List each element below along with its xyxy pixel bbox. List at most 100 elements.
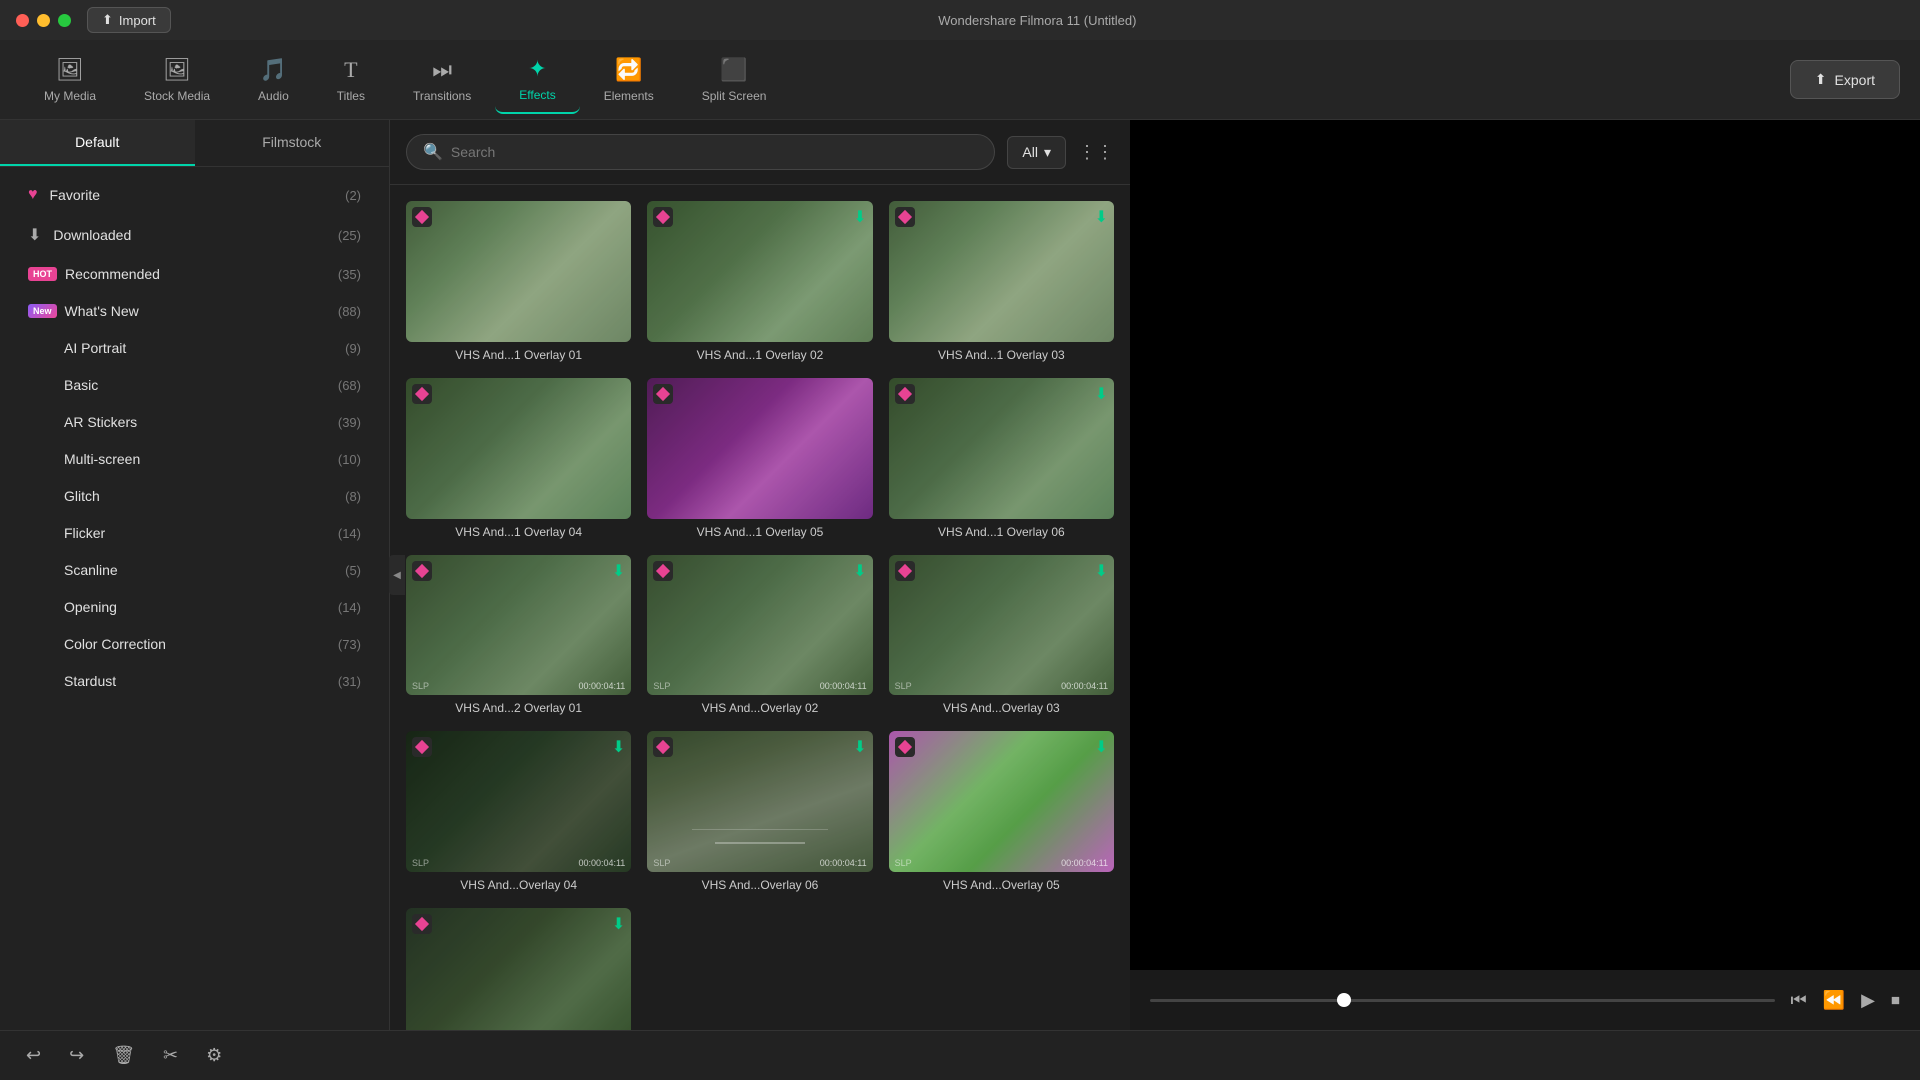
effect-card-4[interactable]: VHS And...1 Overlay 04 [406,378,631,539]
premium-badge-4 [412,384,432,404]
effect-card-13[interactable]: ⬇ [406,908,631,1030]
export-button[interactable]: ⬆ Export [1790,60,1900,99]
sidebar-item-scanline[interactable]: Scanline (5) [8,552,381,588]
favorite-icon: ♥ [28,186,38,204]
effect-card-3[interactable]: ⬇ VHS And...1 Overlay 03 [889,201,1114,362]
sidebar-collapse-button[interactable]: ◀ [389,555,405,595]
toolbar-item-transitions[interactable]: ⏭ Transitions [389,47,495,113]
ar-stickers-count: (39) [338,415,361,430]
stop-button[interactable]: ⏹ [1891,990,1900,1011]
download-icon-3: ⬇ [1095,207,1108,227]
import-button[interactable]: ⬆ Import [87,7,171,33]
maximize-button[interactable] [58,14,71,27]
toolbar-item-stock-media[interactable]: 🖼 Stock Media [120,47,234,113]
effect-label-5: VHS And...1 Overlay 05 [647,525,872,539]
effect-card-12[interactable]: ⬇ 00:00:04:11 SLP VHS And...Overlay 05 [889,731,1114,892]
delete-button[interactable]: 🗑 [106,1039,141,1072]
filter-dropdown[interactable]: All ▾ [1007,136,1066,169]
sidebar-item-recommended[interactable]: HOT Recommended (35) [8,256,381,292]
downloaded-count: (25) [338,228,361,243]
sidebar-item-favorite[interactable]: ♥ Favorite (2) [8,176,381,214]
toolbar-item-titles[interactable]: T Titles [313,47,389,113]
sidebar-item-downloaded[interactable]: ⬇ Downloaded (25) [8,215,381,255]
flicker-label: Flicker [64,525,338,541]
glitch-label: Glitch [64,488,345,504]
play-button[interactable]: ▶ [1861,990,1875,1011]
toolbar-item-effects[interactable]: ✦ Effects [495,46,579,114]
toolbar-item-my-media[interactable]: 🖼 My Media [20,47,120,113]
favorite-count: (2) [345,188,361,203]
import-icon: ⬆ [102,12,113,28]
effect-thumb-12: ⬇ 00:00:04:11 SLP [889,731,1114,872]
sidebar-item-glitch[interactable]: Glitch (8) [8,478,381,514]
preview-timeline-slider[interactable] [1150,999,1775,1002]
glitch-count: (8) [345,489,361,504]
sidebar-item-flicker[interactable]: Flicker (14) [8,515,381,551]
effect-card-10[interactable]: ⬇ 00:00:04:11 SLP VHS And...Overlay 04 [406,731,631,892]
sidebar-item-ar-stickers[interactable]: AR Stickers (39) [8,404,381,440]
ar-stickers-label: AR Stickers [64,414,338,430]
effect-label-6: VHS And...1 Overlay 06 [889,525,1114,539]
effect-label-2: VHS And...1 Overlay 02 [647,348,872,362]
effect-label-3: VHS And...1 Overlay 03 [889,348,1114,362]
redo-button[interactable]: ↪ [63,1039,90,1072]
sidebar-list: ♥ Favorite (2) ⬇ Downloaded (25) HOT Rec… [0,167,389,1030]
premium-badge-2 [653,207,673,227]
sidebar-item-opening[interactable]: Opening (14) [8,589,381,625]
stardust-count: (31) [338,674,361,689]
effect-label-11: VHS And...Overlay 06 [647,878,872,892]
effect-thumb-10: ⬇ 00:00:04:11 SLP [406,731,631,872]
effect-thumb-9: ⬇ 00:00:04:11 SLP [889,555,1114,696]
elements-icon: 🔁 [615,57,642,83]
effect-card-11[interactable]: ⬇ 00:00:04:11 SLP VHS And...Overlay 06 [647,731,872,892]
bottom-bar: ↩ ↪ 🗑 ✂ ⚙ [0,1030,1920,1080]
sidebar-item-basic[interactable]: Basic (68) [8,367,381,403]
undo-button[interactable]: ↩ [20,1039,47,1072]
grid-view-button[interactable]: ⋮⋮ [1078,142,1114,163]
hot-badge: HOT [28,267,57,281]
effect-card-5[interactable]: VHS And...1 Overlay 05 [647,378,872,539]
effect-card-9[interactable]: ⬇ 00:00:04:11 SLP VHS And...Overlay 03 [889,555,1114,716]
slabel-12: SLP [895,858,912,868]
rewind-button[interactable]: ⏮ [1791,990,1807,1011]
timestamp-12: 00:00:04:11 [1061,858,1108,868]
toolbar-item-elements[interactable]: 🔁 Elements [580,47,678,113]
step-back-button[interactable]: ⏪ [1823,990,1845,1011]
sidebar-item-color-correction[interactable]: Color Correction (73) [8,626,381,662]
tab-default-label: Default [75,134,119,150]
sidebar-item-ai-portrait[interactable]: AI Portrait (9) [8,330,381,366]
effect-card-2[interactable]: ⬇ VHS And...1 Overlay 02 [647,201,872,362]
minimize-button[interactable] [37,14,50,27]
slabel-11: SLP [653,858,670,868]
tab-default[interactable]: Default [0,120,195,166]
download-icon-12: ⬇ [1095,737,1108,757]
stock-media-icon: 🖼 [163,57,191,83]
preview-playhead[interactable] [1337,993,1351,1007]
preview-controls: ⏮ ⏪ ▶ ⏹ [1130,970,1920,1030]
sidebar-item-stardust[interactable]: Stardust (31) [8,663,381,699]
titlebar: ⬆ Import Wondershare Filmora 11 (Untitle… [0,0,1920,40]
sidebar-item-multi-screen[interactable]: Multi-screen (10) [8,441,381,477]
close-button[interactable] [16,14,29,27]
search-input-wrap[interactable]: 🔍 [406,134,995,170]
app-title: Wondershare Filmora 11 (Untitled) [171,13,1904,28]
settings-button[interactable]: ⚙ [200,1039,228,1072]
effect-card-7[interactable]: ⬇ 00:00:04:11 SLP VHS And...2 Overlay 01 [406,555,631,716]
premium-badge-11 [653,737,673,757]
sidebar-item-whats-new[interactable]: New What's New (88) [8,293,381,329]
toolbar-item-audio[interactable]: 🎵 Audio [234,47,313,113]
export-label: Export [1835,72,1875,88]
scanline-count: (5) [345,563,361,578]
cut-button[interactable]: ✂ [157,1039,184,1072]
effect-card-8[interactable]: ⬇ 00:00:04:11 SLP VHS And...Overlay 02 [647,555,872,716]
effect-thumb-1 [406,201,631,342]
search-input[interactable] [451,144,978,160]
effect-card-1[interactable]: VHS And...1 Overlay 01 [406,201,631,362]
effect-card-6[interactable]: ⬇ VHS And...1 Overlay 06 [889,378,1114,539]
toolbar-item-split-screen[interactable]: ⬛ Split Screen [678,47,791,113]
tab-filmstock[interactable]: Filmstock [195,120,390,166]
basic-label: Basic [64,377,338,393]
timestamp-10: 00:00:04:11 [578,858,625,868]
titles-icon: T [344,57,357,83]
ai-portrait-label: AI Portrait [64,340,345,356]
